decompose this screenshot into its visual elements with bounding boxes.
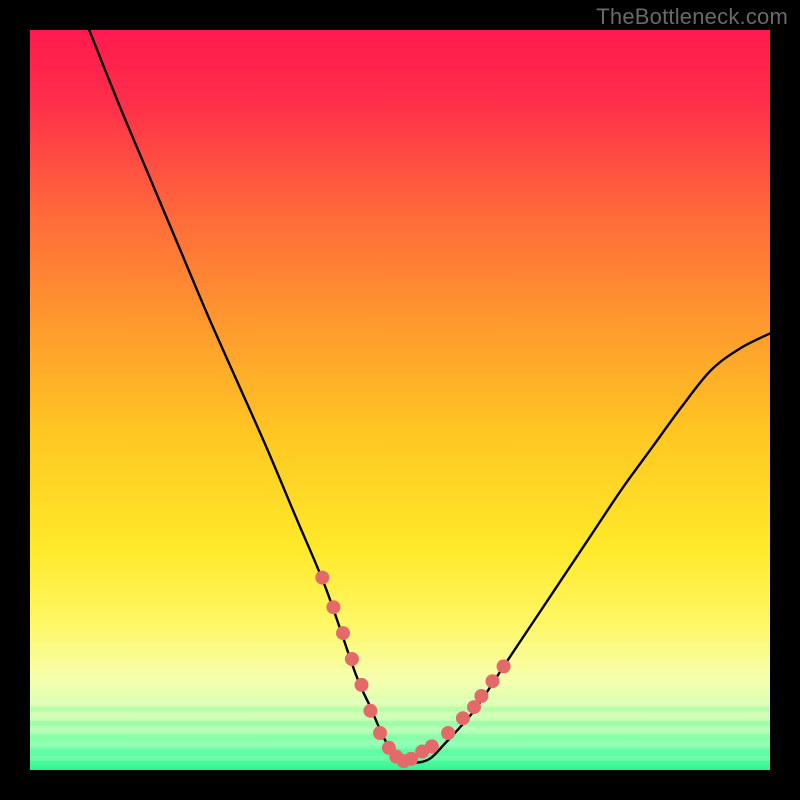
marker-dot <box>363 704 377 718</box>
plot-area <box>30 30 770 770</box>
marker-dot <box>441 726 455 740</box>
marker-dot <box>474 689 488 703</box>
marker-dot <box>425 739 439 753</box>
marker-dot <box>497 659 511 673</box>
chart-frame: TheBottleneck.com <box>0 0 800 800</box>
marker-dot <box>456 711 470 725</box>
marker-dot <box>326 600 340 614</box>
marker-dots <box>30 30 770 770</box>
marker-dot <box>345 652 359 666</box>
marker-dot <box>315 571 329 585</box>
marker-dot <box>355 678 369 692</box>
watermark-text: TheBottleneck.com <box>596 4 788 30</box>
marker-dot <box>373 726 387 740</box>
marker-dot <box>336 626 350 640</box>
marker-dot <box>486 674 500 688</box>
